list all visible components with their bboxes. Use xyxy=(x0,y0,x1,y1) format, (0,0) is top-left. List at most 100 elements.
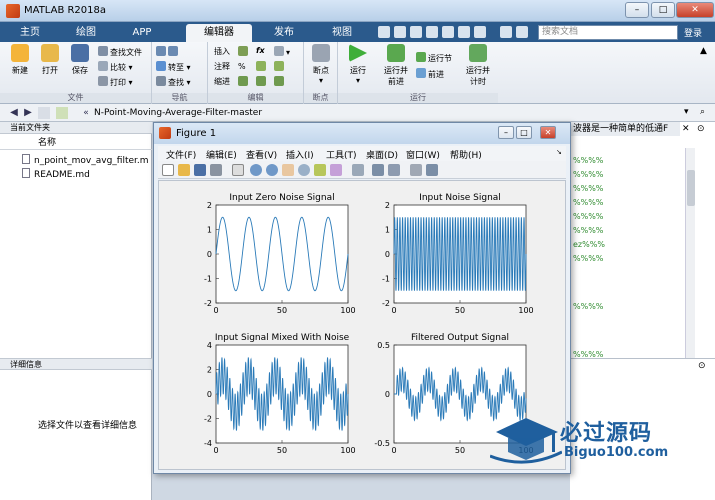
back-arrow-icon[interactable]: ◀ xyxy=(8,107,20,119)
print-button[interactable]: 打印 ▾ xyxy=(98,76,133,88)
new-button[interactable]: 新建 xyxy=(4,44,36,76)
brush-icon[interactable] xyxy=(330,164,342,176)
run-button[interactable]: 运行 ▾ xyxy=(342,44,374,85)
forward-arrow-icon[interactable]: ▶ xyxy=(22,107,34,119)
find-button[interactable]: 查找 ▾ xyxy=(156,76,191,88)
zoom-in-icon[interactable] xyxy=(250,164,262,176)
undo-icon[interactable] xyxy=(442,26,454,38)
run-advance-button[interactable]: 运行并 前进 xyxy=(378,44,414,87)
current-path[interactable]: N-Point-Moving-Average-Filter-master xyxy=(94,108,262,118)
switch-window-icon[interactable] xyxy=(474,26,486,38)
advance-button[interactable]: 前进 xyxy=(416,68,444,80)
redo-icon[interactable] xyxy=(458,26,470,38)
maximize-button[interactable]: □ xyxy=(651,2,675,18)
figure-maximize-button[interactable]: □ xyxy=(516,126,532,139)
smart-indent-icon[interactable] xyxy=(238,76,250,88)
menu-edit[interactable]: 编辑(E) xyxy=(206,148,237,161)
increase-indent-icon[interactable] xyxy=(256,76,268,88)
open-button[interactable]: 打开 xyxy=(34,44,66,76)
indent-button[interactable]: 缩进 xyxy=(214,76,230,88)
ribbon-group-nav: 转至 ▾ 查找 ▾ 导航 xyxy=(152,42,208,104)
menu-window[interactable]: 窗口(W) xyxy=(406,148,440,161)
insert-dropdown-icon[interactable]: ▾ xyxy=(274,46,290,58)
insert-section-icon[interactable] xyxy=(238,46,250,58)
tab-publish[interactable]: 发布 xyxy=(258,24,310,42)
decrease-indent-icon[interactable] xyxy=(274,76,286,88)
tab-plots[interactable]: 绘图 xyxy=(62,24,110,42)
insert-colorbar-icon[interactable] xyxy=(372,164,384,176)
figure-close-button[interactable]: ✕ xyxy=(540,126,556,139)
run-and-time-button[interactable]: 运行并 计时 xyxy=(460,44,496,87)
editor-scrollbar[interactable] xyxy=(685,148,695,358)
tab-view[interactable]: 视图 xyxy=(318,24,366,42)
menu-file[interactable]: 文件(F) xyxy=(166,148,196,161)
section-icon xyxy=(238,46,248,56)
paste-icon[interactable] xyxy=(426,26,438,38)
panel-menu-icon[interactable]: ⊙ xyxy=(698,361,706,371)
pointer-icon[interactable] xyxy=(232,164,244,176)
link-plot-icon[interactable] xyxy=(352,164,364,176)
y-tick-label: 0 xyxy=(207,250,212,259)
menu-insert[interactable]: 插入(I) xyxy=(286,148,314,161)
goto-button[interactable]: 转至 ▾ xyxy=(156,61,191,73)
find-label: 查找 xyxy=(168,78,184,87)
tab-home[interactable]: 主页 xyxy=(6,24,54,42)
scrollbar-thumb[interactable] xyxy=(687,170,695,206)
insert-legend-icon[interactable] xyxy=(388,164,400,176)
open-file-icon[interactable] xyxy=(178,164,190,176)
save-icon[interactable] xyxy=(378,26,390,38)
uncomment-icon[interactable] xyxy=(256,61,268,73)
run-section-button[interactable]: 运行节 xyxy=(416,52,452,64)
editor-menu-icon[interactable]: ⊙ xyxy=(697,124,705,134)
comment-button[interactable]: 注释 xyxy=(214,61,230,73)
editor-close-icon[interactable]: ✕ xyxy=(682,124,690,134)
cut-icon[interactable] xyxy=(394,26,406,38)
rotate-3d-icon[interactable] xyxy=(298,164,310,176)
compare-label: 比较 xyxy=(110,63,126,72)
new-figure-icon[interactable] xyxy=(162,164,174,176)
copy-icon[interactable] xyxy=(410,26,422,38)
find-files-button[interactable]: 查找文件 xyxy=(98,46,142,58)
file-item[interactable]: n_point_mov_avg_filter.m xyxy=(22,154,149,166)
save-button[interactable]: 保存 xyxy=(64,44,96,76)
wrap-comments-icon[interactable] xyxy=(274,61,286,73)
pan-hand-icon[interactable] xyxy=(282,164,294,176)
search-folder-icon[interactable]: ⌕ xyxy=(700,107,705,117)
collapse-ribbon-icon[interactable]: ▲ xyxy=(700,46,707,56)
close-button[interactable]: ✕ xyxy=(676,2,714,18)
browse-folder-icon[interactable] xyxy=(56,107,68,119)
tab-editor[interactable]: 编辑器 xyxy=(186,24,252,42)
menu-help[interactable]: 帮助(H) xyxy=(450,148,482,161)
file-item[interactable]: README.md xyxy=(22,168,90,180)
path-dropdown-icon[interactable]: ▾ xyxy=(684,107,689,117)
menu-desktop[interactable]: 桌面(D) xyxy=(366,148,398,161)
breakpoints-button[interactable]: 断点 ▾ xyxy=(305,44,337,85)
plot-mixed-title: Input Signal Mixed With Noise xyxy=(215,333,350,343)
menu-tools[interactable]: 工具(T) xyxy=(326,148,357,161)
comment-percent-icon[interactable]: % xyxy=(238,61,246,73)
show-plot-tools-icon[interactable] xyxy=(426,164,438,176)
save-figure-icon[interactable] xyxy=(194,164,206,176)
y-tick-label: -2 xyxy=(382,299,390,308)
figure-minimize-button[interactable]: – xyxy=(498,126,514,139)
nav-arrows-button[interactable] xyxy=(156,46,180,58)
window-titlebar: MATLAB R2018a – □ ✕ xyxy=(0,0,715,22)
function-fx-icon[interactable]: fx xyxy=(256,45,265,57)
search-input[interactable]: 搜索文档 xyxy=(538,25,678,40)
data-cursor-icon[interactable] xyxy=(314,164,326,176)
dock-figure-icon[interactable]: ↘ xyxy=(556,148,562,156)
community-icon[interactable] xyxy=(516,26,528,38)
compare-button[interactable]: 比较 ▾ xyxy=(98,61,133,73)
name-column-header[interactable]: 名称 xyxy=(0,136,152,150)
insert-button[interactable]: 插入 xyxy=(214,46,230,58)
zoom-out-icon[interactable] xyxy=(266,164,278,176)
minimize-button[interactable]: – xyxy=(625,2,649,18)
path-root-icon[interactable]: « xyxy=(80,107,92,119)
tab-apps[interactable]: APP xyxy=(118,24,166,42)
print-figure-icon[interactable] xyxy=(210,164,222,176)
login-link[interactable]: 登录 xyxy=(684,26,702,39)
hide-plot-tools-icon[interactable] xyxy=(410,164,422,176)
menu-view[interactable]: 查看(V) xyxy=(246,148,277,161)
help-icon[interactable] xyxy=(500,26,512,38)
up-folder-icon[interactable] xyxy=(38,107,50,119)
